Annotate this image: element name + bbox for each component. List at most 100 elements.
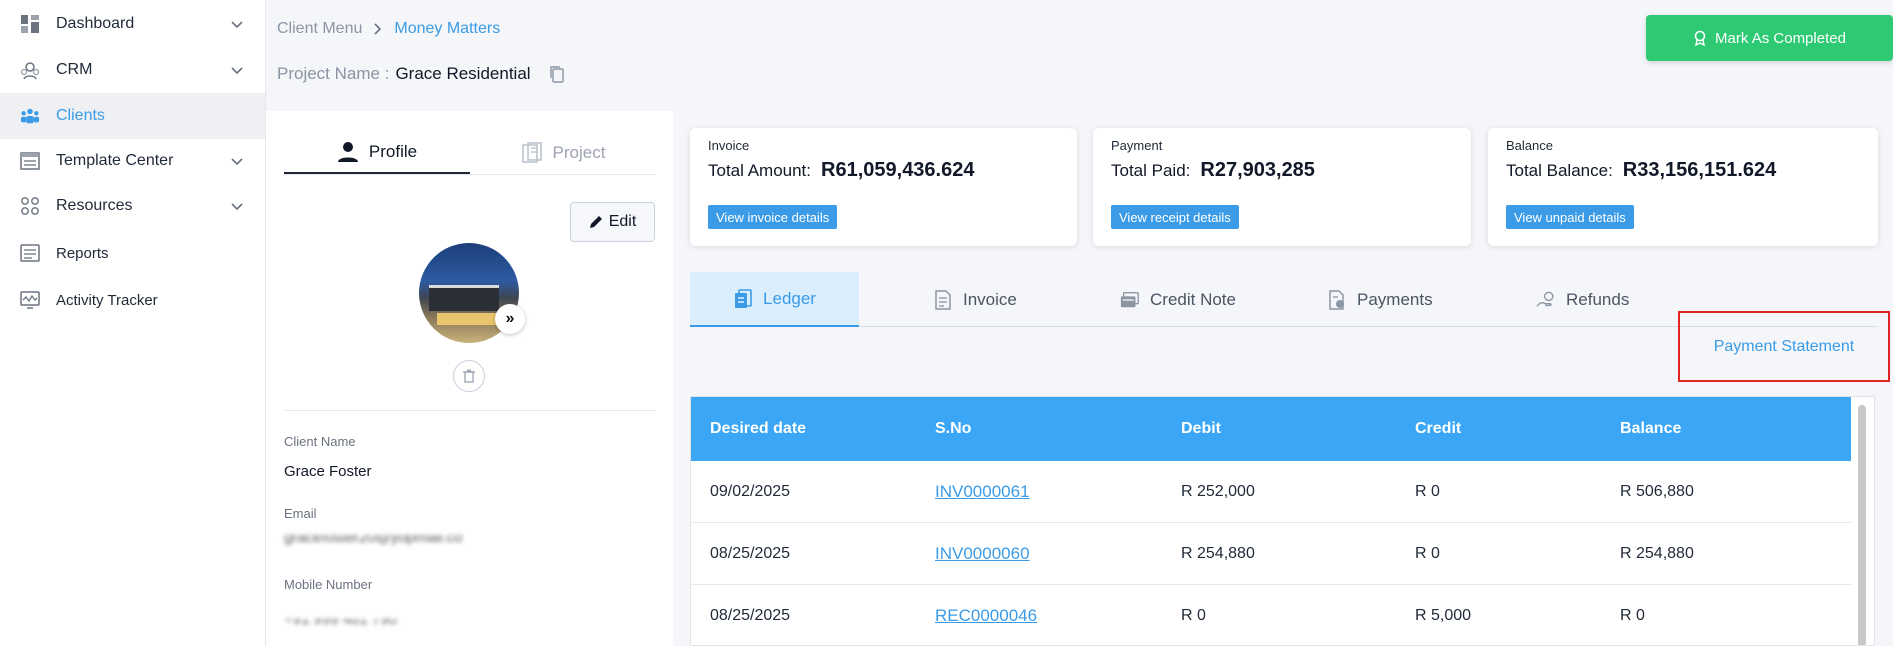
card-title: Balance [1506,138,1553,153]
sidebar-item-template-center[interactable]: Template Center [0,138,265,184]
cell-debit: R 0 [1181,606,1206,624]
cell-balance: R 506,880 [1620,482,1694,500]
ledger-table: Desired date S.No Debit Credit Balance 0… [690,396,1875,646]
sidebar-item-dashboard[interactable]: Dashboard [0,1,265,47]
sidebar-item-label: Resources [56,197,133,214]
card-total-label: Total Amount: [708,161,812,180]
trash-icon[interactable] [453,360,485,392]
email-label: Email [284,506,317,521]
copy-icon[interactable] [549,65,565,83]
column-header-sno[interactable]: S.No [935,397,971,461]
cell-balance: R 0 [1620,606,1645,624]
sidebar-item-label: Clients [56,107,105,124]
cell-credit: R 0 [1415,544,1440,562]
table-header: Desired date S.No Debit Credit Balance [691,397,1851,461]
breadcrumb-client-menu[interactable]: Client Menu [277,20,362,38]
tab-payments-label: Payments [1357,289,1433,309]
card-title: Invoice [708,138,750,153]
credit-note-icon [1120,290,1140,310]
dashboard-icon [20,14,40,34]
tab-invoice[interactable]: Invoice [933,272,1017,327]
activity-icon [20,290,40,310]
person-icon [337,141,358,162]
avatar-image-building [429,285,499,311]
sidebar-item-clients[interactable]: Clients [0,93,265,139]
sidebar-item-label: Dashboard [56,15,135,32]
refunds-icon [1536,290,1556,310]
sidebar-item-label: Activity Tracker [56,291,158,309]
template-icon [20,151,40,171]
invoice-link[interactable]: INV0000061 [935,482,1030,502]
mark-as-completed-button[interactable]: Mark As Completed [1646,15,1893,61]
tab-refunds-label: Refunds [1566,289,1630,309]
cell-desired-date: 08/25/2025 [710,606,791,624]
view-unpaid-details-button[interactable]: View unpaid details [1506,205,1634,229]
tab-ledger[interactable]: Ledger [690,272,859,327]
double-chevron-right-icon[interactable]: » [495,304,525,334]
crm-icon [20,60,40,80]
sidebar-item-label: Reports [56,244,109,262]
vertical-scrollbar[interactable] [1858,405,1866,645]
client-name-label: Client Name [284,434,356,449]
cell-debit: R 254,880 [1181,544,1255,562]
payments-icon [1327,289,1347,310]
invoice-link[interactable]: INV0000060 [935,544,1030,564]
sidebar-item-reports[interactable]: Reports [0,230,265,276]
project-name-value: Grace Residential [395,64,531,83]
table-row: 08/25/2025 INV0000060 R 254,880 R 0 R 25… [691,523,1851,585]
ledger-icon [733,288,753,309]
pencil-icon [589,216,602,228]
card-total-label: Total Balance: [1506,161,1613,180]
cell-desired-date: 09/02/2025 [710,482,791,500]
project-name-label: Project Name : [277,64,390,83]
payment-card: Payment Total Paid: R27,903,285 View rec… [1093,128,1471,246]
breadcrumb: Client Menu Money Matters [277,20,500,38]
breadcrumb-money-matters[interactable]: Money Matters [394,20,500,38]
tab-invoice-label: Invoice [963,289,1017,309]
sidebar: Dashboard CRM Clients Template Center Re… [0,0,266,646]
card-total-line: Total Balance: R33,156,151.624 [1506,159,1860,182]
tab-payments[interactable]: Payments [1327,272,1433,327]
profile-tabs: Profile Project [284,131,656,175]
resources-icon [20,196,40,216]
payment-statement-button[interactable]: Payment Statement [1678,311,1890,382]
clients-icon [20,106,40,126]
divider [284,410,656,411]
tab-project[interactable]: Project [470,131,656,174]
card-total-amount: R61,059,436.624 [821,159,975,181]
view-invoice-details-button[interactable]: View invoice details [708,205,838,229]
mobile-number-value: +91 999 481 790 [284,619,398,628]
sidebar-item-crm[interactable]: CRM [0,47,265,93]
view-receipt-details-button[interactable]: View receipt details [1111,205,1239,229]
column-header-balance[interactable]: Balance [1620,397,1681,461]
card-total-amount: R33,156,151.624 [1622,159,1777,181]
mobile-number-label: Mobile Number [284,577,373,592]
profile-panel: Profile Project Edit » Client Name Grace… [266,111,673,646]
tab-credit-note[interactable]: Credit Note [1120,272,1236,327]
invoice-card: Invoice Total Amount: R61,059,436.624 Vi… [690,128,1077,246]
column-header-desired-date[interactable]: Desired date [710,397,806,461]
cell-credit: R 0 [1415,482,1440,500]
email-value: gracefoster20@yopmail.co [284,535,463,546]
column-header-credit[interactable]: Credit [1415,397,1461,461]
cell-desired-date: 08/25/2025 [710,544,791,562]
column-header-debit[interactable]: Debit [1181,397,1221,461]
tab-refunds[interactable]: Refunds [1536,272,1629,327]
receipt-link[interactable]: REC0000046 [935,606,1037,626]
edit-button[interactable]: Edit [570,202,655,242]
card-total-label: Total Paid: [1111,161,1191,180]
tab-profile[interactable]: Profile [284,131,470,174]
chevron-right-icon [374,23,382,35]
project-icon [521,141,542,163]
avatar-image-lights [437,313,501,325]
cell-credit: R 5,000 [1415,606,1472,624]
sidebar-item-label: Template Center [56,152,174,169]
card-total-line: Total Paid: R27,903,285 [1111,159,1453,182]
sidebar-item-label: CRM [56,61,93,78]
sidebar-item-activity-tracker[interactable]: Activity Tracker [0,277,265,323]
tab-ledger-label: Ledger [763,288,816,308]
sidebar-item-resources[interactable]: Resources [0,183,265,229]
mark-as-completed-label: Mark As Completed [1715,29,1846,47]
balance-card: Balance Total Balance: R33,156,151.624 V… [1488,128,1878,246]
chevron-down-icon [231,203,243,211]
